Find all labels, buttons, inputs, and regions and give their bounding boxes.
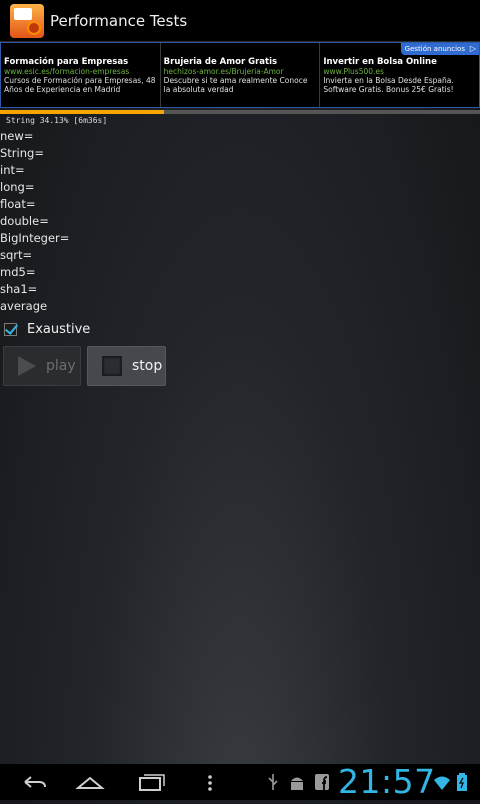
ad-url: www.Plus500.es	[323, 67, 384, 76]
play-button[interactable]: play	[3, 346, 81, 386]
exaustive-checkbox[interactable]	[4, 322, 17, 336]
ad-description: Descubre si te ama realmente Conoce la a…	[163, 76, 308, 94]
play-icon	[18, 356, 36, 376]
progress-status-text: String 34.13% [6m36s]	[6, 116, 108, 125]
result-new: new=	[0, 129, 34, 143]
recent-apps-button[interactable]	[122, 764, 178, 800]
result-sqrt: sqrt=	[0, 248, 33, 262]
result-md5: md5=	[0, 265, 36, 279]
ad-url: hechizos-amor.es/Brujeria-Amor	[163, 67, 284, 76]
ad-item[interactable]: Formación para Empresas www.esic.es/form…	[1, 43, 161, 107]
ad-title: Formación para Empresas	[4, 57, 129, 67]
exaustive-checkbox-row[interactable]: Exaustive	[4, 319, 90, 339]
exaustive-label: Exaustive	[27, 321, 91, 337]
system-navigation-bar: 21:57	[0, 762, 480, 801]
title-bar: Performance Tests	[0, 0, 480, 42]
usb-icon	[268, 774, 278, 790]
back-button[interactable]	[3, 764, 59, 800]
app-title: Performance Tests	[50, 11, 188, 30]
result-biginteger: BigInteger=	[0, 231, 70, 245]
play-label: play	[46, 358, 76, 374]
overflow-menu-icon	[208, 775, 212, 791]
results-list: new= String= int= long= float= double= B…	[0, 129, 69, 316]
result-average: average	[0, 299, 48, 313]
home-icon	[75, 776, 105, 789]
battery-icon	[457, 773, 467, 791]
result-float: float=	[0, 197, 36, 211]
result-long: long=	[0, 180, 35, 194]
home-button[interactable]	[62, 764, 118, 800]
facebook-icon	[315, 774, 329, 790]
ad-title: Brujeria de Amor Gratis	[163, 57, 278, 67]
ad-banner[interactable]: Gestión anuncios Formación para Empresas…	[0, 42, 480, 108]
result-double: double=	[0, 214, 49, 228]
progress-bar	[0, 110, 480, 114]
progress-fill	[0, 110, 164, 114]
stop-icon	[102, 356, 122, 376]
recent-apps-icon	[139, 774, 165, 791]
stop-button[interactable]: stop	[87, 346, 166, 386]
ad-description: Invierta en la Bolsa Desde España. Softw…	[323, 76, 454, 94]
ad-description: Cursos de Formación para Empresas, 48 Añ…	[4, 76, 156, 94]
app-icon	[10, 3, 44, 38]
ad-item[interactable]: Brujeria de Amor Gratis hechizos-amor.es…	[161, 43, 321, 107]
ad-url: www.esic.es/formacion-empresas	[4, 67, 130, 76]
result-string: String=	[0, 146, 44, 160]
ad-settings-label[interactable]: Gestión anuncios	[400, 43, 479, 55]
clock: 21:57	[338, 762, 436, 801]
wifi-icon	[434, 776, 450, 790]
back-icon	[24, 776, 46, 788]
result-int: int=	[0, 163, 25, 177]
menu-button[interactable]	[182, 764, 238, 800]
ad-title: Invertir en Bolsa Online	[323, 57, 437, 67]
android-debug-icon	[291, 777, 303, 790]
stop-label: stop	[132, 358, 163, 374]
result-sha1: sha1=	[0, 282, 38, 296]
